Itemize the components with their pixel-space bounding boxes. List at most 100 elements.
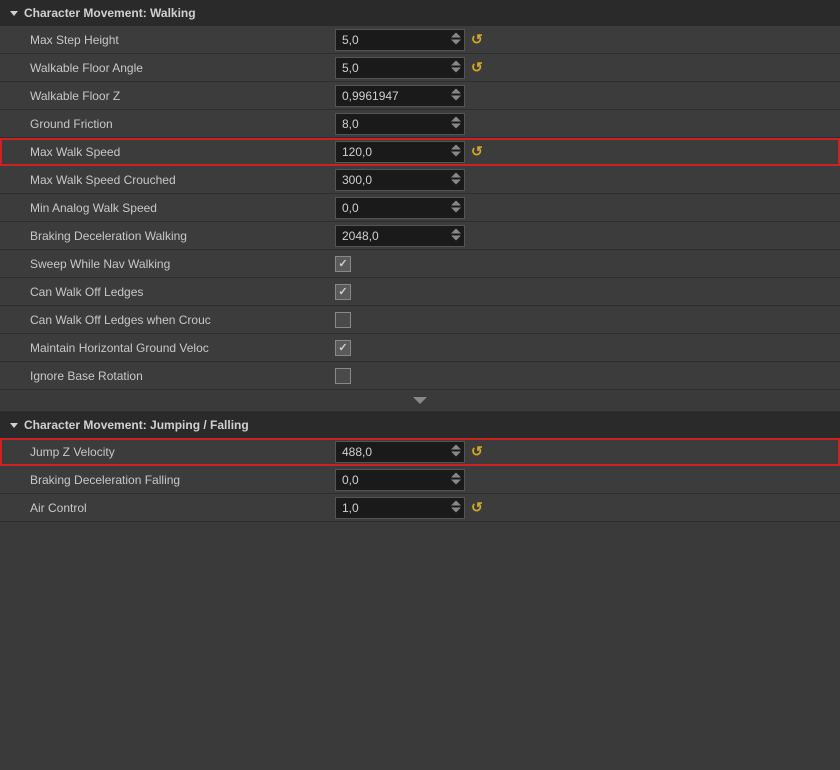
- input-wrapper-air-control: 1,0: [335, 497, 465, 519]
- property-label-can-walk-off-ledges-crouched: Can Walk Off Ledges when Crouc: [0, 309, 335, 331]
- divider-arrow-icon: [413, 397, 427, 404]
- property-value-area-ground-friction: 8,0: [335, 113, 840, 135]
- property-value-area-walkable-floor-angle: 5,0 ↺: [335, 57, 840, 79]
- section-header-walking[interactable]: Character Movement: Walking: [0, 0, 840, 26]
- value-text-walkable-floor-angle: 5,0: [342, 61, 444, 75]
- property-value-area-max-walk-speed: 120,0 ↺: [335, 141, 840, 163]
- property-row-min-analog-walk-speed: Min Analog Walk Speed 0,0: [0, 194, 840, 222]
- property-value-area-braking-decel-falling: 0,0: [335, 469, 840, 491]
- property-row-air-control: Air Control 1,0 ↺: [0, 494, 840, 522]
- input-jump-z-velocity[interactable]: 488,0: [335, 441, 465, 463]
- collapse-triangle-walking: [10, 11, 18, 16]
- property-row-braking-decel-walking: Braking Deceleration Walking 2048,0: [0, 222, 840, 250]
- property-value-area-max-walk-speed-crouched: 300,0: [335, 169, 840, 191]
- property-label-walkable-floor-angle: Walkable Floor Angle: [0, 57, 335, 79]
- property-label-sweep-while-nav-walking: Sweep While Nav Walking: [0, 253, 335, 275]
- checkbox-sweep-while-nav-walking[interactable]: [335, 256, 351, 272]
- property-row-can-walk-off-ledges-crouched: Can Walk Off Ledges when Crouc: [0, 306, 840, 334]
- checkbox-maintain-horizontal-ground[interactable]: [335, 340, 351, 356]
- value-text-braking-decel-walking: 2048,0: [342, 229, 444, 243]
- property-value-area-can-walk-off-ledges: [335, 284, 840, 300]
- value-text-max-walk-speed-crouched: 300,0: [342, 173, 444, 187]
- collapse-triangle-jumping-falling: [10, 423, 18, 428]
- input-min-analog-walk-speed[interactable]: 0,0: [335, 197, 465, 219]
- property-value-area-ignore-base-rotation: [335, 368, 840, 384]
- section-header-jumping-falling[interactable]: Character Movement: Jumping / Falling: [0, 412, 840, 438]
- input-wrapper-walkable-floor-angle: 5,0: [335, 57, 465, 79]
- input-wrapper-max-walk-speed-crouched: 300,0: [335, 169, 465, 191]
- property-value-area-can-walk-off-ledges-crouched: [335, 312, 840, 328]
- property-label-max-step-height: Max Step Height: [0, 29, 335, 51]
- property-value-area-sweep-while-nav-walking: [335, 256, 840, 272]
- property-row-max-walk-speed: Max Walk Speed 120,0 ↺: [0, 138, 840, 166]
- property-value-area-maintain-horizontal-ground: [335, 340, 840, 356]
- input-max-walk-speed-crouched[interactable]: 300,0: [335, 169, 465, 191]
- section-title-walking: Character Movement: Walking: [24, 6, 196, 20]
- property-value-area-walkable-floor-z: 0,9961947: [335, 85, 840, 107]
- section-title-jumping-falling: Character Movement: Jumping / Falling: [24, 418, 249, 432]
- checkbox-area-maintain-horizontal-ground: [335, 340, 351, 356]
- property-label-can-walk-off-ledges: Can Walk Off Ledges: [0, 281, 335, 303]
- checkbox-can-walk-off-ledges[interactable]: [335, 284, 351, 300]
- property-label-air-control: Air Control: [0, 497, 335, 519]
- property-row-sweep-while-nav-walking: Sweep While Nav Walking: [0, 250, 840, 278]
- input-wrapper-braking-decel-walking: 2048,0: [335, 225, 465, 247]
- property-row-walkable-floor-angle: Walkable Floor Angle 5,0 ↺: [0, 54, 840, 82]
- input-wrapper-min-analog-walk-speed: 0,0: [335, 197, 465, 219]
- input-braking-decel-falling[interactable]: 0,0: [335, 469, 465, 491]
- input-walkable-floor-angle[interactable]: 5,0: [335, 57, 465, 79]
- property-label-walkable-floor-z: Walkable Floor Z: [0, 85, 335, 107]
- property-label-braking-decel-walking: Braking Deceleration Walking: [0, 225, 335, 247]
- input-max-walk-speed[interactable]: 120,0: [335, 141, 465, 163]
- checkbox-area-sweep-while-nav-walking: [335, 256, 351, 272]
- property-row-max-step-height: Max Step Height 5,0 ↺: [0, 26, 840, 54]
- property-row-jump-z-velocity: Jump Z Velocity488,0↺: [0, 438, 840, 466]
- checkbox-can-walk-off-ledges-crouched[interactable]: [335, 312, 351, 328]
- reset-btn-jump-z-velocity[interactable]: ↺: [469, 441, 485, 462]
- reset-btn-max-walk-speed[interactable]: ↺: [469, 141, 485, 162]
- property-label-max-walk-speed: Max Walk Speed: [0, 141, 335, 163]
- input-max-step-height[interactable]: 5,0: [335, 29, 465, 51]
- property-row-braking-decel-falling: Braking Deceleration Falling 0,0: [0, 466, 840, 494]
- property-label-braking-decel-falling: Braking Deceleration Falling: [0, 469, 335, 491]
- value-text-ground-friction: 8,0: [342, 117, 444, 131]
- property-label-min-analog-walk-speed: Min Analog Walk Speed: [0, 197, 335, 219]
- input-braking-decel-walking[interactable]: 2048,0: [335, 225, 465, 247]
- property-label-max-walk-speed-crouched: Max Walk Speed Crouched: [0, 169, 335, 191]
- reset-btn-walkable-floor-angle[interactable]: ↺: [469, 57, 485, 78]
- property-row-walkable-floor-z: Walkable Floor Z 0,9961947: [0, 82, 840, 110]
- checkbox-area-can-walk-off-ledges: [335, 284, 351, 300]
- property-row-ignore-base-rotation: Ignore Base Rotation: [0, 362, 840, 390]
- input-wrapper-jump-z-velocity: 488,0: [335, 441, 465, 463]
- input-air-control[interactable]: 1,0: [335, 497, 465, 519]
- property-value-area-braking-decel-walking: 2048,0: [335, 225, 840, 247]
- value-text-min-analog-walk-speed: 0,0: [342, 201, 444, 215]
- property-label-jump-z-velocity: Jump Z Velocity: [0, 441, 335, 463]
- input-walkable-floor-z[interactable]: 0,9961947: [335, 85, 465, 107]
- value-text-air-control: 1,0: [342, 501, 444, 515]
- property-value-area-min-analog-walk-speed: 0,0: [335, 197, 840, 219]
- property-label-maintain-horizontal-ground: Maintain Horizontal Ground Veloc: [0, 337, 335, 359]
- value-text-max-walk-speed: 120,0: [342, 145, 444, 159]
- checkbox-ignore-base-rotation[interactable]: [335, 368, 351, 384]
- reset-btn-max-step-height[interactable]: ↺: [469, 29, 485, 50]
- section-divider: [0, 390, 840, 412]
- properties-panel: Character Movement: Walking Max Step Hei…: [0, 0, 840, 522]
- property-value-area-max-step-height: 5,0 ↺: [335, 29, 840, 51]
- input-ground-friction[interactable]: 8,0: [335, 113, 465, 135]
- property-row-max-walk-speed-crouched: Max Walk Speed Crouched 300,0: [0, 166, 840, 194]
- property-row-maintain-horizontal-ground: Maintain Horizontal Ground Veloc: [0, 334, 840, 362]
- input-wrapper-max-walk-speed: 120,0: [335, 141, 465, 163]
- checkbox-area-ignore-base-rotation: [335, 368, 351, 384]
- input-wrapper-walkable-floor-z: 0,9961947: [335, 85, 465, 107]
- value-text-walkable-floor-z: 0,9961947: [342, 89, 444, 103]
- value-text-braking-decel-falling: 0,0: [342, 473, 444, 487]
- property-label-ground-friction: Ground Friction: [0, 113, 335, 135]
- reset-btn-air-control[interactable]: ↺: [469, 497, 485, 518]
- input-wrapper-max-step-height: 5,0: [335, 29, 465, 51]
- value-text-max-step-height: 5,0: [342, 33, 444, 47]
- property-row-ground-friction: Ground Friction 8,0: [0, 110, 840, 138]
- input-wrapper-braking-decel-falling: 0,0: [335, 469, 465, 491]
- property-value-area-air-control: 1,0 ↺: [335, 497, 840, 519]
- input-wrapper-ground-friction: 8,0: [335, 113, 465, 135]
